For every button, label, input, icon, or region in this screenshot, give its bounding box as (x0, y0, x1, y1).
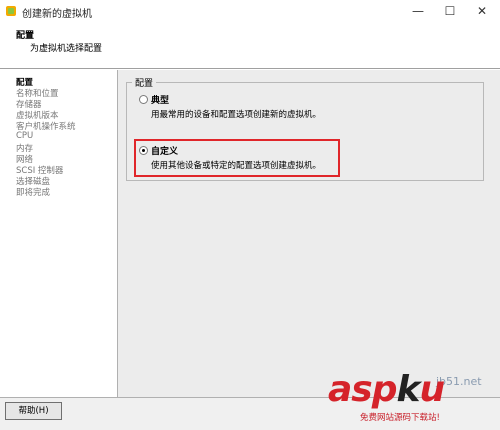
custom-option-title[interactable]: 自定义 (151, 144, 178, 157)
page-title: 配置 (16, 31, 35, 41)
nav-item-ready-to-complete[interactable]: 即将完成 (16, 186, 50, 198)
config-group-legend: 配置 (132, 76, 157, 89)
typical-option-title[interactable]: 典型 (151, 93, 169, 106)
vm-app-icon (6, 6, 16, 16)
watermark-asp: asp (328, 369, 397, 410)
watermark-k: k (396, 369, 421, 410)
wizard-header: 配置 为虚拟机选择配置 (0, 22, 500, 69)
window-titlebar: 创建新的虚拟机 — ☐ ✕ (0, 0, 500, 22)
watermark-u: u (419, 369, 445, 410)
maximize-button[interactable]: ☐ (436, 0, 464, 22)
help-button[interactable]: 帮助(H) (5, 402, 62, 420)
minimize-button[interactable]: — (404, 0, 432, 22)
typical-option-description: 用最常用的设备和配置选项创建新的虚拟机。 (151, 110, 322, 120)
typical-radio[interactable] (139, 95, 148, 104)
config-groupbox: 配置 典型 用最常用的设备和配置选项创建新的虚拟机。 自定义 使用其他设备或特定… (126, 76, 484, 181)
page-subtitle: 为虚拟机选择配置 (30, 44, 103, 54)
nav-item-cpu[interactable]: CPU (16, 131, 33, 141)
custom-option-description: 使用其他设备或特定的配置选项创建虚拟机。 (151, 161, 322, 171)
custom-radio[interactable] (139, 146, 148, 155)
wizard-steps-nav: 配置 名称和位置 存储器 虚拟机版本 客户机操作系统 CPU 内存 网络 SCS… (0, 70, 118, 397)
main-content: 配置 典型 用最常用的设备和配置选项创建新的虚拟机。 自定义 使用其他设备或特定… (118, 70, 500, 397)
close-button[interactable]: ✕ (468, 0, 496, 22)
watermark-subtitle: 免费网站源码下载站! (360, 413, 440, 423)
radio-selected-dot (142, 149, 145, 152)
window-title: 创建新的虚拟机 (22, 9, 92, 20)
watermark-logo: aspku (328, 369, 445, 410)
